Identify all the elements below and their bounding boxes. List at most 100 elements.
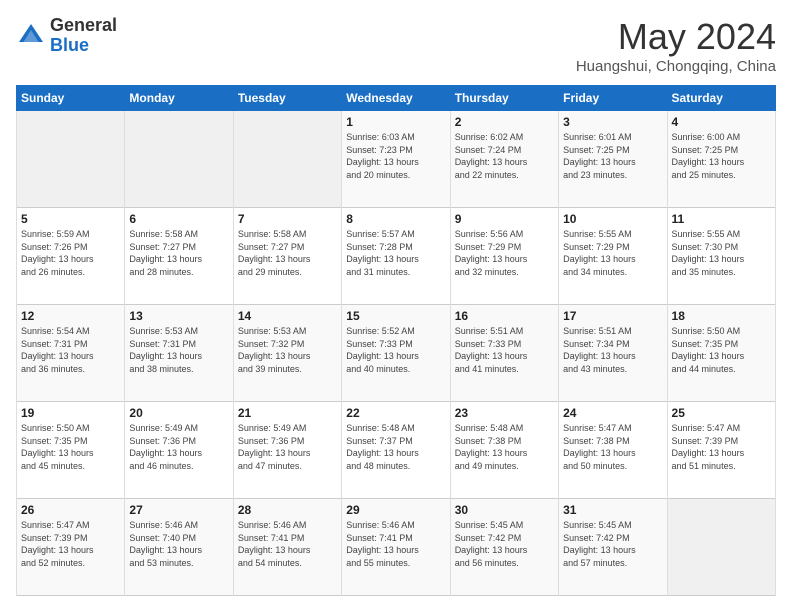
day-info-3-4: Sunrise: 5:48 AM Sunset: 7:38 PM Dayligh… <box>455 422 554 472</box>
day-number-3-0: 19 <box>21 406 120 420</box>
logo-general: General <box>50 15 117 35</box>
header-sunday: Sunday <box>17 86 125 111</box>
calendar-header: Sunday Monday Tuesday Wednesday Thursday… <box>17 86 776 111</box>
week-row-1: 5 Sunrise: 5:59 AM Sunset: 7:26 PM Daylig… <box>17 208 776 305</box>
day-cell-1-2: 7Sunrise: 5:58 AM Sunset: 7:27 PM Daylig… <box>233 208 341 305</box>
day-cell-3-3: 22 Sunrise: 5:48 AM Sunset: 7:37 PM Dayli… <box>342 402 450 499</box>
day-info-3-1: Sunrise: 5:49 AM Sunset: 7:36 PM Dayligh… <box>129 422 228 472</box>
day-cell-2-4: 16 Sunrise: 5:51 AM Sunset: 7:33 PM Dayli… <box>450 305 558 402</box>
day-number-4-3: 29 <box>346 503 445 517</box>
calendar: Sunday Monday Tuesday Wednesday Thursday… <box>16 85 776 596</box>
day-info-2-1: Sunrise: 5:53 AM Sunset: 7:31 PM Dayligh… <box>129 325 228 375</box>
day-number-4-0: 26 <box>21 503 120 517</box>
logo: General Blue <box>16 16 117 56</box>
day-cell-0-4: 2Sunrise: 6:02 AM Sunset: 7:24 PM Daylig… <box>450 111 558 208</box>
logo-blue: Blue <box>50 35 89 55</box>
day-info-1-5: Sunrise: 5:55 AM Sunset: 7:29 PM Dayligh… <box>563 228 662 278</box>
day-cell-4-0: 26 Sunrise: 5:47 AM Sunset: 7:39 PM Dayli… <box>17 499 125 596</box>
day-number-4-2: 28 <box>238 503 337 517</box>
day-cell-1-5: 10 Sunrise: 5:55 AM Sunset: 7:29 PM Dayli… <box>559 208 667 305</box>
day-number-2-5: 17 <box>563 309 662 323</box>
day-info-2-4: Sunrise: 5:51 AM Sunset: 7:33 PM Dayligh… <box>455 325 554 375</box>
day-number-3-2: 21 <box>238 406 337 420</box>
day-number-2-1: 13 <box>129 309 228 323</box>
day-info-0-5: Sunrise: 6:01 AM Sunset: 7:25 PM Dayligh… <box>563 131 662 181</box>
calendar-body: 1Sunrise: 6:03 AM Sunset: 7:23 PM Daylig… <box>17 111 776 596</box>
day-cell-1-1: 6 Sunrise: 5:58 AM Sunset: 7:27 PM Daylig… <box>125 208 233 305</box>
header-monday: Monday <box>125 86 233 111</box>
day-cell-3-0: 19Sunrise: 5:50 AM Sunset: 7:35 PM Dayli… <box>17 402 125 499</box>
day-number-0-6: 4 <box>672 115 771 129</box>
day-info-0-4: Sunrise: 6:02 AM Sunset: 7:24 PM Dayligh… <box>455 131 554 181</box>
day-number-1-5: 10 <box>563 212 662 226</box>
title-block: May 2024 Huangshui, Chongqing, China <box>576 16 776 75</box>
week-row-0: 1Sunrise: 6:03 AM Sunset: 7:23 PM Daylig… <box>17 111 776 208</box>
day-cell-4-5: 31 Sunrise: 5:45 AM Sunset: 7:42 PM Dayli… <box>559 499 667 596</box>
day-info-1-6: Sunrise: 5:55 AM Sunset: 7:30 PM Dayligh… <box>672 228 771 278</box>
day-cell-1-4: 9 Sunrise: 5:56 AM Sunset: 7:29 PM Daylig… <box>450 208 558 305</box>
day-number-3-5: 24 <box>563 406 662 420</box>
month-title: May 2024 <box>576 16 776 58</box>
day-number-1-2: 7 <box>238 212 337 226</box>
day-cell-3-5: 24Sunrise: 5:47 AM Sunset: 7:38 PM Dayli… <box>559 402 667 499</box>
day-cell-2-6: 18Sunrise: 5:50 AM Sunset: 7:35 PM Dayli… <box>667 305 775 402</box>
day-info-1-0: Sunrise: 5:59 AM Sunset: 7:26 PM Dayligh… <box>21 228 120 278</box>
day-info-2-0: Sunrise: 5:54 AM Sunset: 7:31 PM Dayligh… <box>21 325 120 375</box>
day-number-1-6: 11 <box>672 212 771 226</box>
logo-icon <box>16 21 46 51</box>
day-cell-2-3: 15Sunrise: 5:52 AM Sunset: 7:33 PM Dayli… <box>342 305 450 402</box>
day-cell-2-1: 13 Sunrise: 5:53 AM Sunset: 7:31 PM Dayli… <box>125 305 233 402</box>
header-wednesday: Wednesday <box>342 86 450 111</box>
day-cell-1-3: 8Sunrise: 5:57 AM Sunset: 7:28 PM Daylig… <box>342 208 450 305</box>
day-info-4-5: Sunrise: 5:45 AM Sunset: 7:42 PM Dayligh… <box>563 519 662 569</box>
day-number-2-2: 14 <box>238 309 337 323</box>
day-info-2-3: Sunrise: 5:52 AM Sunset: 7:33 PM Dayligh… <box>346 325 445 375</box>
week-row-4: 26 Sunrise: 5:47 AM Sunset: 7:39 PM Dayli… <box>17 499 776 596</box>
day-cell-3-1: 20 Sunrise: 5:49 AM Sunset: 7:36 PM Dayli… <box>125 402 233 499</box>
day-info-4-3: Sunrise: 5:46 AM Sunset: 7:41 PM Dayligh… <box>346 519 445 569</box>
day-number-1-1: 6 <box>129 212 228 226</box>
day-number-4-1: 27 <box>129 503 228 517</box>
page: General Blue May 2024 Huangshui, Chongqi… <box>0 0 792 612</box>
day-info-3-6: Sunrise: 5:47 AM Sunset: 7:39 PM Dayligh… <box>672 422 771 472</box>
day-info-0-6: Sunrise: 6:00 AM Sunset: 7:25 PM Dayligh… <box>672 131 771 181</box>
day-info-4-0: Sunrise: 5:47 AM Sunset: 7:39 PM Dayligh… <box>21 519 120 569</box>
day-cell-4-4: 30 Sunrise: 5:45 AM Sunset: 7:42 PM Dayli… <box>450 499 558 596</box>
day-info-1-3: Sunrise: 5:57 AM Sunset: 7:28 PM Dayligh… <box>346 228 445 278</box>
day-cell-1-0: 5 Sunrise: 5:59 AM Sunset: 7:26 PM Daylig… <box>17 208 125 305</box>
location: Huangshui, Chongqing, China <box>576 58 776 75</box>
day-number-2-0: 12 <box>21 309 120 323</box>
day-info-2-6: Sunrise: 5:50 AM Sunset: 7:35 PM Dayligh… <box>672 325 771 375</box>
day-info-1-4: Sunrise: 5:56 AM Sunset: 7:29 PM Dayligh… <box>455 228 554 278</box>
day-number-1-0: 5 <box>21 212 120 226</box>
day-cell-0-0 <box>17 111 125 208</box>
day-cell-3-2: 21Sunrise: 5:49 AM Sunset: 7:36 PM Dayli… <box>233 402 341 499</box>
day-info-1-1: Sunrise: 5:58 AM Sunset: 7:27 PM Dayligh… <box>129 228 228 278</box>
day-number-3-3: 22 <box>346 406 445 420</box>
day-cell-4-2: 28Sunrise: 5:46 AM Sunset: 7:41 PM Dayli… <box>233 499 341 596</box>
logo-text: General Blue <box>50 16 117 56</box>
day-info-4-4: Sunrise: 5:45 AM Sunset: 7:42 PM Dayligh… <box>455 519 554 569</box>
header: General Blue May 2024 Huangshui, Chongqi… <box>16 16 776 75</box>
day-info-3-3: Sunrise: 5:48 AM Sunset: 7:37 PM Dayligh… <box>346 422 445 472</box>
day-cell-0-2 <box>233 111 341 208</box>
day-cell-0-3: 1Sunrise: 6:03 AM Sunset: 7:23 PM Daylig… <box>342 111 450 208</box>
day-cell-3-4: 23 Sunrise: 5:48 AM Sunset: 7:38 PM Dayli… <box>450 402 558 499</box>
day-info-0-3: Sunrise: 6:03 AM Sunset: 7:23 PM Dayligh… <box>346 131 445 181</box>
day-number-2-4: 16 <box>455 309 554 323</box>
week-row-2: 12 Sunrise: 5:54 AM Sunset: 7:31 PM Dayli… <box>17 305 776 402</box>
day-number-4-5: 31 <box>563 503 662 517</box>
day-number-1-4: 9 <box>455 212 554 226</box>
day-number-4-4: 30 <box>455 503 554 517</box>
day-number-3-1: 20 <box>129 406 228 420</box>
week-row-3: 19Sunrise: 5:50 AM Sunset: 7:35 PM Dayli… <box>17 402 776 499</box>
day-info-2-5: Sunrise: 5:51 AM Sunset: 7:34 PM Dayligh… <box>563 325 662 375</box>
day-cell-3-6: 25Sunrise: 5:47 AM Sunset: 7:39 PM Dayli… <box>667 402 775 499</box>
header-row: Sunday Monday Tuesday Wednesday Thursday… <box>17 86 776 111</box>
day-number-3-4: 23 <box>455 406 554 420</box>
day-cell-2-5: 17 Sunrise: 5:51 AM Sunset: 7:34 PM Dayli… <box>559 305 667 402</box>
day-number-0-5: 3 <box>563 115 662 129</box>
day-cell-0-6: 4 Sunrise: 6:00 AM Sunset: 7:25 PM Daylig… <box>667 111 775 208</box>
header-saturday: Saturday <box>667 86 775 111</box>
header-friday: Friday <box>559 86 667 111</box>
